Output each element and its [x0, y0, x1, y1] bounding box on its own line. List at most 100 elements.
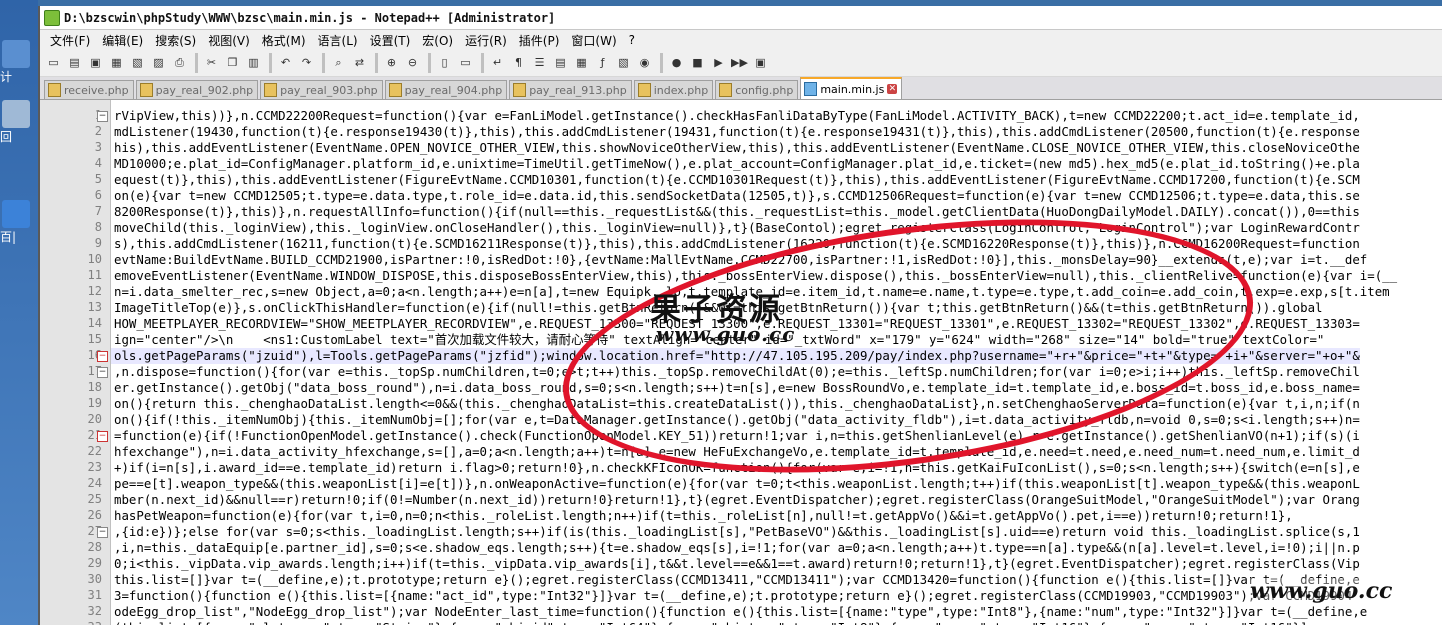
- code-line[interactable]: (this.list=[{name:"plat_name",type:"Stri…: [111, 620, 1308, 625]
- sync-v-icon[interactable]: ▯: [435, 54, 454, 72]
- code-line[interactable]: ols.getPageParams("jzuid"),l=Tools.getPa…: [111, 348, 1360, 364]
- menu-item[interactable]: ?: [623, 33, 641, 47]
- fold-toggle-icon[interactable]: −: [97, 351, 108, 362]
- close-icon[interactable]: ▧: [128, 54, 147, 72]
- menu-item[interactable]: 格式(M): [256, 32, 312, 49]
- code-line[interactable]: mdListener(19430,function(t){e.response1…: [111, 124, 1360, 140]
- menu-item[interactable]: 设置(T): [364, 32, 417, 49]
- desktop-icon[interactable]: 百|: [0, 200, 38, 245]
- code-text-area[interactable]: rVipView,this))},n.CCMD22200Request=func…: [111, 100, 1442, 625]
- desktop-icon[interactable]: 回: [0, 100, 38, 145]
- close-all-icon[interactable]: ▨: [149, 54, 168, 72]
- desktop-shortcut-icon: [2, 200, 30, 228]
- code-line[interactable]: er.getInstance().getObj("data_boss_round…: [111, 380, 1360, 396]
- code-line[interactable]: =function(e){if(!FunctionOpenModel.getIn…: [111, 428, 1360, 444]
- code-line[interactable]: 0;i<this._vipData.vip_awards.length;i++)…: [111, 556, 1360, 572]
- menu-item[interactable]: 运行(R): [459, 32, 513, 49]
- menu-item[interactable]: 搜索(S): [149, 32, 202, 49]
- undo-icon[interactable]: ↶: [276, 54, 295, 72]
- fold-toggle-icon[interactable]: −: [97, 527, 108, 538]
- desktop-icon[interactable]: 计: [0, 40, 38, 85]
- document-tab[interactable]: index.php: [633, 80, 714, 99]
- play-multiple-icon[interactable]: ▶▶: [730, 54, 749, 72]
- file-icon: [264, 83, 278, 97]
- print-icon[interactable]: ⎙: [170, 54, 189, 72]
- copy-icon[interactable]: ❐: [223, 54, 242, 72]
- code-line[interactable]: odeEgg_drop_list","NodeEgg_drop_list");v…: [111, 604, 1367, 620]
- code-line[interactable]: on(e){var t=new CCMD12505;t.type=e.data.…: [111, 188, 1360, 204]
- code-line[interactable]: ,i,n=this._dataEquip[e.partner_id],s=0;s…: [111, 540, 1360, 556]
- save-macro-icon[interactable]: ▣: [751, 54, 770, 72]
- menu-item[interactable]: 窗口(W): [565, 32, 622, 49]
- menu-item[interactable]: 编辑(E): [96, 32, 149, 49]
- cut-icon[interactable]: ✂: [202, 54, 221, 72]
- code-line[interactable]: hfexchange"),n=i.data_activity_hfexchang…: [111, 444, 1360, 460]
- show-all-chars-icon[interactable]: ¶: [509, 54, 528, 72]
- code-line[interactable]: ,{id:e})};else for(var s=0;s<this._loadi…: [111, 524, 1360, 540]
- record-macro-icon[interactable]: ●: [667, 54, 686, 72]
- document-tab[interactable]: pay_real_913.php: [509, 80, 632, 99]
- paste-icon[interactable]: ▥: [244, 54, 263, 72]
- code-line-text: pe==e[t].weapon_type&&(this.weaponList[i…: [114, 476, 1360, 491]
- document-tab[interactable]: pay_real_902.php: [135, 80, 259, 99]
- code-line[interactable]: equest(t)},this),this.addEventListener(F…: [111, 172, 1360, 188]
- open-file-icon[interactable]: ▤: [65, 54, 84, 72]
- menu-item[interactable]: 语言(L): [312, 32, 364, 49]
- menu-item[interactable]: 宏(O): [416, 32, 459, 49]
- stop-macro-icon[interactable]: ■: [688, 54, 707, 72]
- save-icon[interactable]: ▣: [86, 54, 105, 72]
- document-tab[interactable]: receive.php: [44, 80, 134, 99]
- code-line[interactable]: s),this.addCmdListener(16211,function(t)…: [111, 236, 1360, 252]
- code-line[interactable]: this.list=[]}var t=(__define,e);t.protot…: [111, 572, 1360, 588]
- doc-map-icon[interactable]: ▦: [572, 54, 591, 72]
- editor-area[interactable]: 1−2345678910111213141516−17−18192021−222…: [40, 100, 1442, 625]
- code-line[interactable]: pe==e[t].weapon_type&&(this.weaponList[i…: [111, 476, 1360, 492]
- fold-toggle-icon[interactable]: −: [97, 367, 108, 378]
- document-tab[interactable]: main.min.js ✕: [800, 77, 903, 99]
- replace-icon[interactable]: ⇄: [350, 54, 369, 72]
- code-line[interactable]: 3=function(){function e(){this.list=[{na…: [111, 588, 1352, 604]
- code-line[interactable]: hasPetWeapon=function(e){for(var t,i=0,n…: [111, 508, 1293, 524]
- document-tab[interactable]: config.php: [715, 80, 799, 99]
- code-line[interactable]: emoveEventListener(EventName.WINDOW_DISP…: [111, 268, 1397, 284]
- menu-item[interactable]: 插件(P): [513, 32, 566, 49]
- code-line[interactable]: on(){return this._chenghaoDataList.lengt…: [111, 396, 1360, 412]
- save-all-icon-glyph: ▦: [111, 56, 122, 69]
- document-tab[interactable]: pay_real_904.php: [384, 80, 508, 99]
- fold-toggle-icon[interactable]: −: [97, 111, 108, 122]
- line-number: 5: [94, 172, 102, 186]
- redo-icon[interactable]: ↷: [297, 54, 316, 72]
- play-macro-icon[interactable]: ▶: [709, 54, 728, 72]
- code-line[interactable]: ,n.dispose=function(){for(var e=this._to…: [111, 364, 1360, 380]
- code-line[interactable]: 8200Response(t)},this)},n.requestAllInfo…: [111, 204, 1360, 220]
- code-line[interactable]: his),this.addEventListener(EventName.OPE…: [111, 140, 1360, 156]
- save-all-icon[interactable]: ▦: [107, 54, 126, 72]
- sync-h-icon[interactable]: ▭: [456, 54, 475, 72]
- code-line[interactable]: on(){if(!this._itemNumObj){this._itemNum…: [111, 412, 1360, 428]
- monitor-icon[interactable]: ◉: [635, 54, 654, 72]
- indent-guide-icon[interactable]: ☰: [530, 54, 549, 72]
- find-icon[interactable]: ⌕: [329, 54, 348, 72]
- word-wrap-icon[interactable]: ↵: [488, 54, 507, 72]
- new-file-icon[interactable]: ▭: [44, 54, 63, 72]
- function-list-icon[interactable]: ƒ: [593, 54, 612, 72]
- zoom-out-icon[interactable]: ⊖: [403, 54, 422, 72]
- udl-icon[interactable]: ▤: [551, 54, 570, 72]
- zoom-in-icon-glyph: ⊕: [386, 56, 397, 69]
- folder-workspace-icon[interactable]: ▧: [614, 54, 633, 72]
- tab-close-icon[interactable]: ✕: [887, 84, 898, 94]
- fold-toggle-icon[interactable]: −: [97, 431, 108, 442]
- menu-item[interactable]: 文件(F): [44, 32, 96, 49]
- title-bar[interactable]: D:\bzscwin\phpStudy\WWW\bzsc\main.min.js…: [40, 6, 1442, 30]
- line-number: 18: [87, 380, 102, 394]
- zoom-in-icon[interactable]: ⊕: [382, 54, 401, 72]
- menu-item[interactable]: 视图(V): [202, 32, 256, 49]
- code-line[interactable]: evtName:BuildEvtName.BUILD_CCMD21900,isP…: [111, 252, 1367, 268]
- line-number: 13: [87, 300, 102, 314]
- code-line[interactable]: rVipView,this))},n.CCMD22200Request=func…: [111, 108, 1360, 124]
- code-line[interactable]: moveChild(this._loginView),this._loginVi…: [111, 220, 1360, 236]
- code-line[interactable]: MD10000;e.plat_id=ConfigManager.platform…: [111, 156, 1360, 172]
- code-line[interactable]: +)if(i=n[s],i.award_id==e.template_id)re…: [111, 460, 1360, 476]
- document-tab[interactable]: pay_real_903.php: [260, 80, 383, 99]
- code-line[interactable]: mber(n.next_id)&&null==r)return!0;if(0!=…: [111, 492, 1360, 508]
